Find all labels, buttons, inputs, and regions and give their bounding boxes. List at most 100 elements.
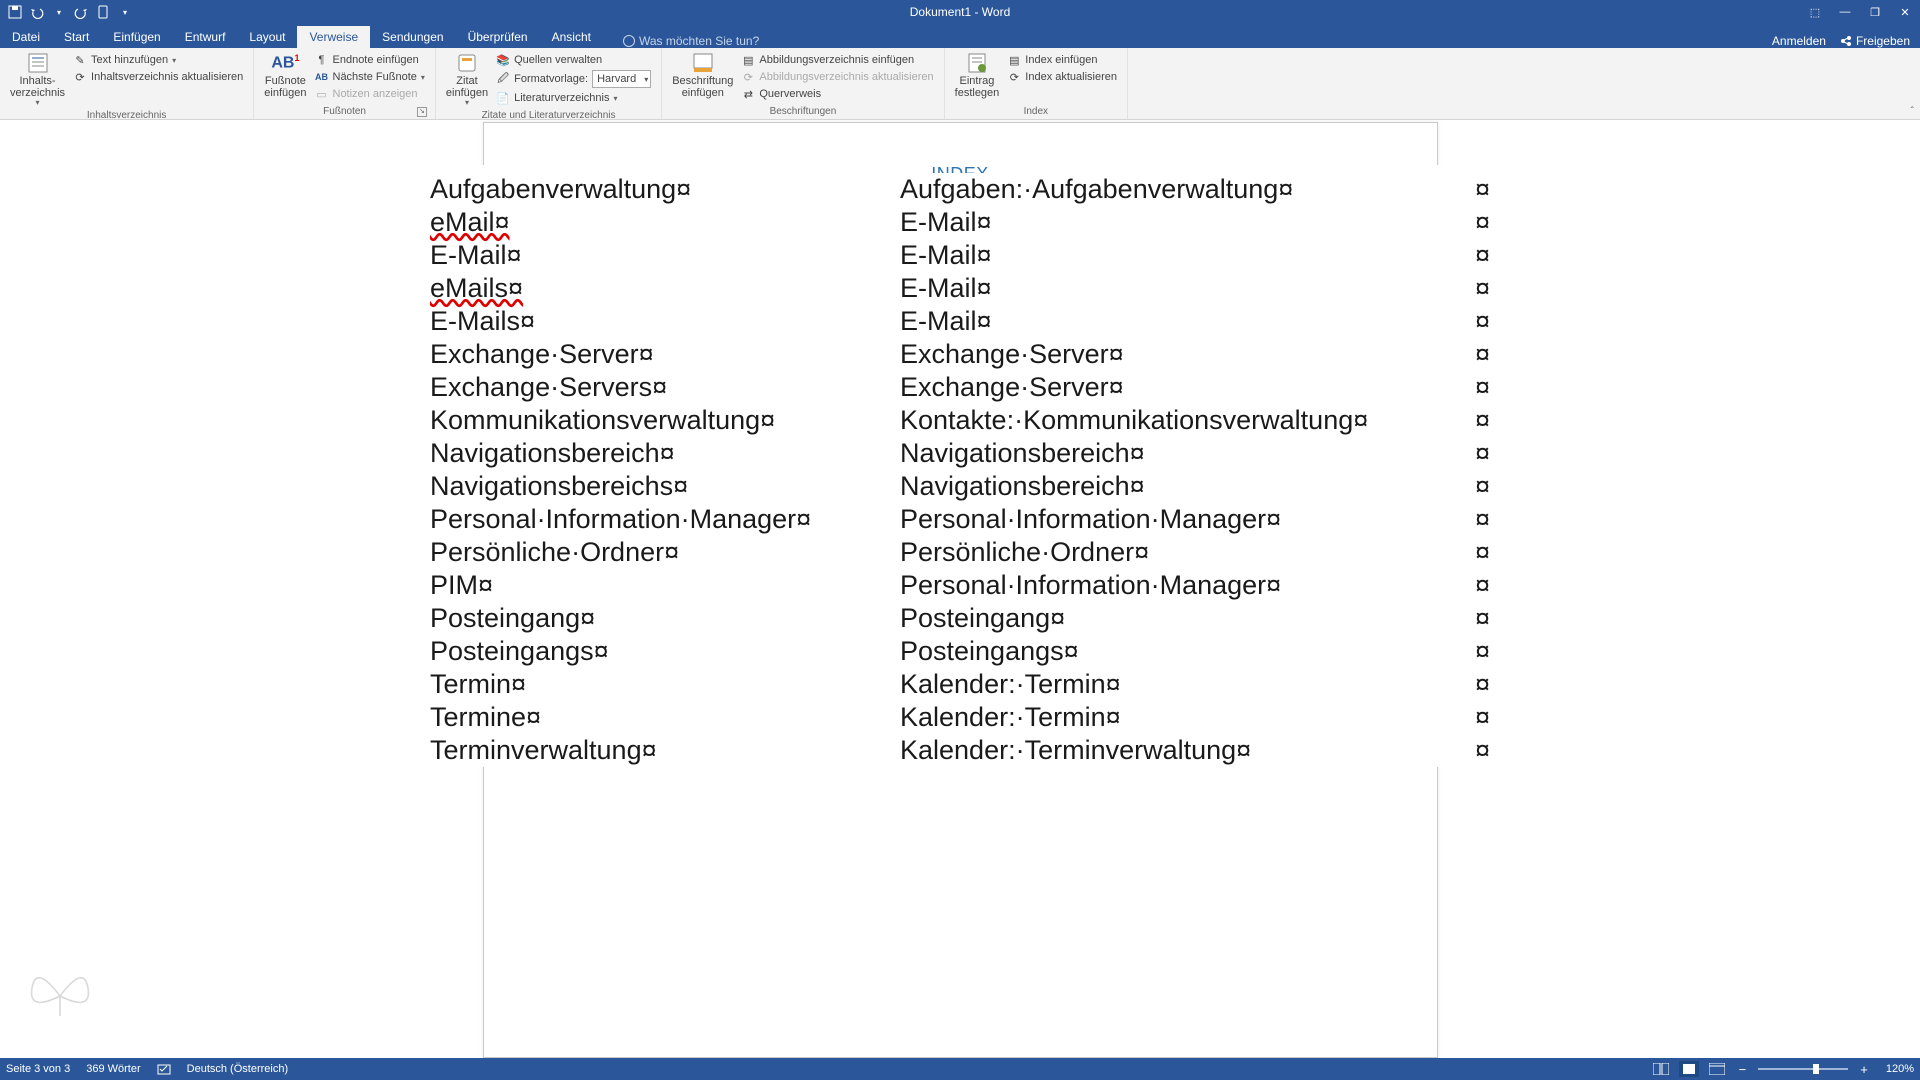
index-heading: INDEX xyxy=(430,165,1490,173)
manage-sources-button[interactable]: 📚Quellen verwalten xyxy=(494,52,653,68)
index-term-right: E-Mail¤ xyxy=(900,306,1460,337)
web-layout-icon[interactable] xyxy=(1707,1061,1727,1077)
index-term-left: Navigationsbereich¤ xyxy=(430,438,900,469)
index-term-right: Personal·Information·Manager¤ xyxy=(900,570,1460,601)
tab-sendungen[interactable]: Sendungen xyxy=(370,26,455,48)
window-title: Dokument1 - Word xyxy=(910,5,1010,19)
index-term-left: eMails¤ xyxy=(430,273,900,304)
status-words[interactable]: 369 Wörter xyxy=(86,1063,140,1075)
footnotes-dialog-launcher[interactable]: ↘ xyxy=(417,107,427,117)
index-term-left: eMail¤ xyxy=(430,207,900,238)
index-term-left: E-Mails¤ xyxy=(430,306,900,337)
index-row: PIM¤Personal·Information·Manager¤¤ xyxy=(430,569,1490,602)
redo-icon[interactable] xyxy=(72,3,90,21)
next-footnote-icon: AB xyxy=(315,70,329,84)
zoom-out-button[interactable]: − xyxy=(1735,1062,1751,1077)
index-term-right: Posteingang¤ xyxy=(900,603,1460,634)
collapse-ribbon-icon[interactable]: ˆ xyxy=(1911,106,1914,117)
sign-in-link[interactable]: Anmelden xyxy=(1772,34,1826,48)
index-row-symbol: ¤ xyxy=(1460,735,1490,766)
index-term-left: Kommunikationsverwaltung¤ xyxy=(430,405,900,436)
update-icon: ⟳ xyxy=(73,70,87,84)
index-row: Persönliche·Ordner¤Persönliche·Ordner¤¤ xyxy=(430,536,1490,569)
next-footnote-button[interactable]: ABNächste Fußnote▾ xyxy=(313,69,427,85)
group-label-captions: Beschriftungen xyxy=(668,106,937,119)
group-footnotes: AB1 Fußnote einfügen ¶Endnote einfügen A… xyxy=(254,48,436,119)
tell-me-search[interactable]: Was möchten Sie tun? xyxy=(623,34,759,48)
index-term-left: Posteingang¤ xyxy=(430,603,900,634)
status-proofing-icon[interactable] xyxy=(157,1062,171,1076)
citation-style-dropdown[interactable]: 🖉 Formatvorlage: Harvard▾ xyxy=(494,69,653,89)
index-overlay: INDEX Aufgabenverwaltung¤Aufgaben:·Aufga… xyxy=(430,165,1490,767)
zoom-in-button[interactable]: + xyxy=(1856,1062,1872,1077)
index-row: Posteingang¤Posteingang¤¤ xyxy=(430,602,1490,635)
index-row: Kommunikationsverwaltung¤Kontakte:·Kommu… xyxy=(430,404,1490,437)
style-value-box[interactable]: Harvard▾ xyxy=(592,70,651,88)
print-layout-icon[interactable] xyxy=(1679,1061,1699,1077)
touch-mode-icon[interactable] xyxy=(94,3,112,21)
index-term-right: Persönliche·Ordner¤ xyxy=(900,537,1460,568)
tab-entwurf[interactable]: Entwurf xyxy=(173,26,238,48)
index-term-left: Posteingangs¤ xyxy=(430,636,900,667)
endnote-icon: ¶ xyxy=(315,53,329,67)
crossref-button[interactable]: ⇄Querverweis xyxy=(739,86,935,102)
status-language[interactable]: Deutsch (Österreich) xyxy=(187,1063,288,1075)
crossref-icon: ⇄ xyxy=(741,87,755,101)
undo-dropdown-icon[interactable]: ▾ xyxy=(50,3,68,21)
watermark-butterfly-icon xyxy=(20,948,100,1028)
insert-endnote-button[interactable]: ¶Endnote einfügen xyxy=(313,52,427,68)
ribbon-display-options-icon[interactable]: ⬚ xyxy=(1800,0,1830,24)
index-term-left: Exchange·Servers¤ xyxy=(430,372,900,403)
tab-überprüfen[interactable]: Überprüfen xyxy=(456,26,540,48)
index-row: eMails¤E-Mail¤¤ xyxy=(430,272,1490,305)
insert-index-button[interactable]: ▤Index einfügen xyxy=(1005,52,1119,68)
index-table: Aufgabenverwaltung¤Aufgaben:·Aufgabenver… xyxy=(430,173,1490,767)
tab-einfügen[interactable]: Einfügen xyxy=(101,26,172,48)
qat-dropdown-icon[interactable]: ▾ xyxy=(116,3,134,21)
update-index-button[interactable]: ⟳Index aktualisieren xyxy=(1005,69,1119,85)
index-row: E-Mail¤E-Mail¤¤ xyxy=(430,239,1490,272)
maximize-button[interactable]: ❐ xyxy=(1860,0,1890,24)
index-term-left: E-Mail¤ xyxy=(430,240,900,271)
toc-button[interactable]: Inhalts- verzeichnis ▾ xyxy=(6,50,69,110)
insert-footnote-button[interactable]: AB1 Fußnote einfügen xyxy=(260,50,310,106)
insert-citation-button[interactable]: Zitat einfügen ▾ xyxy=(442,50,492,110)
index-row-symbol: ¤ xyxy=(1460,339,1490,370)
update-tof-button: ⟳Abbildungsverzeichnis aktualisieren xyxy=(739,69,935,85)
tab-verweise[interactable]: Verweise xyxy=(297,26,370,48)
status-page[interactable]: Seite 3 von 3 xyxy=(6,1063,70,1075)
undo-icon[interactable] xyxy=(28,3,46,21)
read-mode-icon[interactable] xyxy=(1651,1061,1671,1077)
minimize-button[interactable]: — xyxy=(1830,0,1860,24)
tab-start[interactable]: Start xyxy=(52,26,101,48)
save-icon[interactable] xyxy=(6,3,24,21)
index-row-symbol: ¤ xyxy=(1460,570,1490,601)
index-term-right: Aufgaben:·Aufgabenverwaltung¤ xyxy=(900,174,1460,205)
bibliography-icon: 📄 xyxy=(496,91,510,105)
toc-add-text-button[interactable]: ✎Text hinzufügen▾ xyxy=(71,52,245,68)
zoom-level[interactable]: 120% xyxy=(1886,1063,1914,1075)
manage-sources-icon: 📚 xyxy=(496,53,510,67)
index-row: Navigationsbereichs¤Navigationsbereich¤¤ xyxy=(430,470,1490,503)
zoom-thumb[interactable] xyxy=(1813,1064,1819,1074)
tab-ansicht[interactable]: Ansicht xyxy=(540,26,603,48)
bibliography-button[interactable]: 📄Literaturverzeichnis▾ xyxy=(494,90,653,106)
mark-entry-button[interactable]: Eintrag festlegen xyxy=(951,50,1004,106)
index-row-symbol: ¤ xyxy=(1460,372,1490,403)
share-button[interactable]: Freigeben xyxy=(1840,34,1910,48)
document-area[interactable]: INDEX Aufgabenverwaltung¤Aufgaben:·Aufga… xyxy=(0,120,1920,1058)
index-row-symbol: ¤ xyxy=(1460,636,1490,667)
insert-caption-button[interactable]: Beschriftung einfügen xyxy=(668,50,737,106)
tab-file[interactable]: Datei xyxy=(0,26,52,48)
tab-layout[interactable]: Layout xyxy=(237,26,297,48)
index-row-symbol: ¤ xyxy=(1460,405,1490,436)
mark-entry-icon xyxy=(966,52,988,74)
index-term-right: E-Mail¤ xyxy=(900,240,1460,271)
zoom-slider[interactable] xyxy=(1758,1068,1848,1070)
index-term-right: Exchange·Server¤ xyxy=(900,372,1460,403)
close-button[interactable]: ✕ xyxy=(1890,0,1920,24)
toc-update-button[interactable]: ⟳Inhaltsverzeichnis aktualisieren xyxy=(71,69,245,85)
group-captions: Beschriftung einfügen ▤Abbildungsverzeic… xyxy=(662,48,944,119)
index-row: eMail¤E-Mail¤¤ xyxy=(430,206,1490,239)
insert-tof-button[interactable]: ▤Abbildungsverzeichnis einfügen xyxy=(739,52,935,68)
